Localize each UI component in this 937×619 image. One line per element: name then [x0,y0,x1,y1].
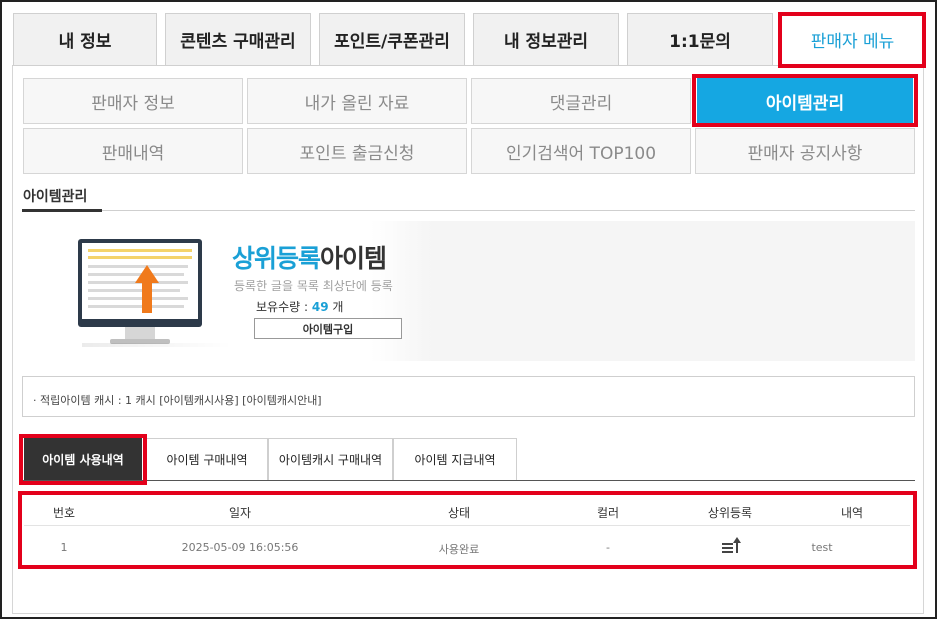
item-quantity: 보유수량 : 49 개 [256,298,343,315]
cache-info-text: · 적립아이템 캐시 : 1 캐시 [아이템캐시사용] [아이템캐시안내] [33,394,322,407]
section-title: 아이템관리 [23,189,88,205]
monitor-shadow [82,343,232,347]
screen-row [88,289,180,292]
row-no: 1 [60,541,68,554]
section-title-underline [22,209,102,212]
submenu-sales-history[interactable]: 판매내역 [23,128,243,174]
submenu-seller-info[interactable]: 판매자 정보 [23,78,243,124]
monitor-illustration [78,239,202,327]
buy-item-button[interactable]: 아이템구입 [254,318,402,339]
quantity-label: 보유수량 : [256,300,312,314]
monitor-screen [82,243,198,319]
banner-title-highlight: 상위등록 [232,244,321,273]
row-detail: test [811,541,833,554]
submenu-my-uploads[interactable]: 내가 올린 자료 [247,78,467,124]
screen-row [88,256,192,259]
screen-row [88,249,192,252]
banner-title: 상위등록아이템 [232,239,387,275]
quantity-value: 49 [311,300,329,314]
item-banner: 상위등록아이템 등록한 글을 목록 최상단에 등록 보유수량 : 49 개 아이… [22,221,915,361]
arrow-up-shaft [142,281,152,313]
table-header-divider [24,525,910,526]
table-header-color: 컬러 [596,506,620,520]
screen-row [88,305,184,308]
tab-item-grant[interactable]: 아이템 지급내역 [393,438,517,480]
cache-info-box: · 적립아이템 캐시 : 1 캐시 [아이템캐시사용] [아이템캐시안내] [22,376,915,417]
submenu-comments[interactable]: 댓글관리 [471,78,691,124]
submenu-popular-search[interactable]: 인기검색어 TOP100 [471,128,691,174]
submenu-seller-notice[interactable]: 판매자 공지사항 [695,128,915,174]
row-status: 사용완료 [438,543,480,556]
table-header-no: 번호 [52,506,76,520]
row-color: - [606,541,610,554]
tab-item-purchase[interactable]: 아이템 구매내역 [146,438,268,480]
tab-my-info[interactable]: 내 정보 [13,13,157,65]
table-header-status: 상태 [447,506,471,520]
banner-title-rest: 아이템 [320,244,387,273]
table-header-date: 일자 [228,506,252,520]
submenu-point-withdraw[interactable]: 포인트 출금신청 [247,128,467,174]
row-date: 2025-05-09 16:05:56 [181,541,299,554]
tab-item-cache-purchase[interactable]: 아이템캐시 구매내역 [268,438,393,480]
tab-divider [22,480,915,481]
banner-description: 등록한 글을 목록 최상단에 등록 [234,279,393,293]
submenu-item-manage[interactable]: 아이템관리 [697,78,913,124]
section-divider [22,210,915,211]
table-header-detail: 내역 [840,506,864,520]
quantity-unit: 개 [328,300,344,314]
tab-item-usage[interactable]: 아이템 사용내역 [24,438,142,480]
table-header-top: 상위등록 [707,506,753,520]
tab-inquiry[interactable]: 1:1문의 [627,13,773,65]
tab-seller-menu[interactable]: 판매자 메뉴 [781,13,924,65]
screen-row [88,297,188,300]
tab-point-coupon[interactable]: 포인트/쿠폰관리 [319,13,465,65]
tab-my-info-manage[interactable]: 내 정보관리 [473,13,619,65]
tab-divider [12,65,924,66]
tab-content-purchase[interactable]: 콘텐츠 구매관리 [165,13,311,65]
list-up-icon[interactable] [721,536,743,556]
